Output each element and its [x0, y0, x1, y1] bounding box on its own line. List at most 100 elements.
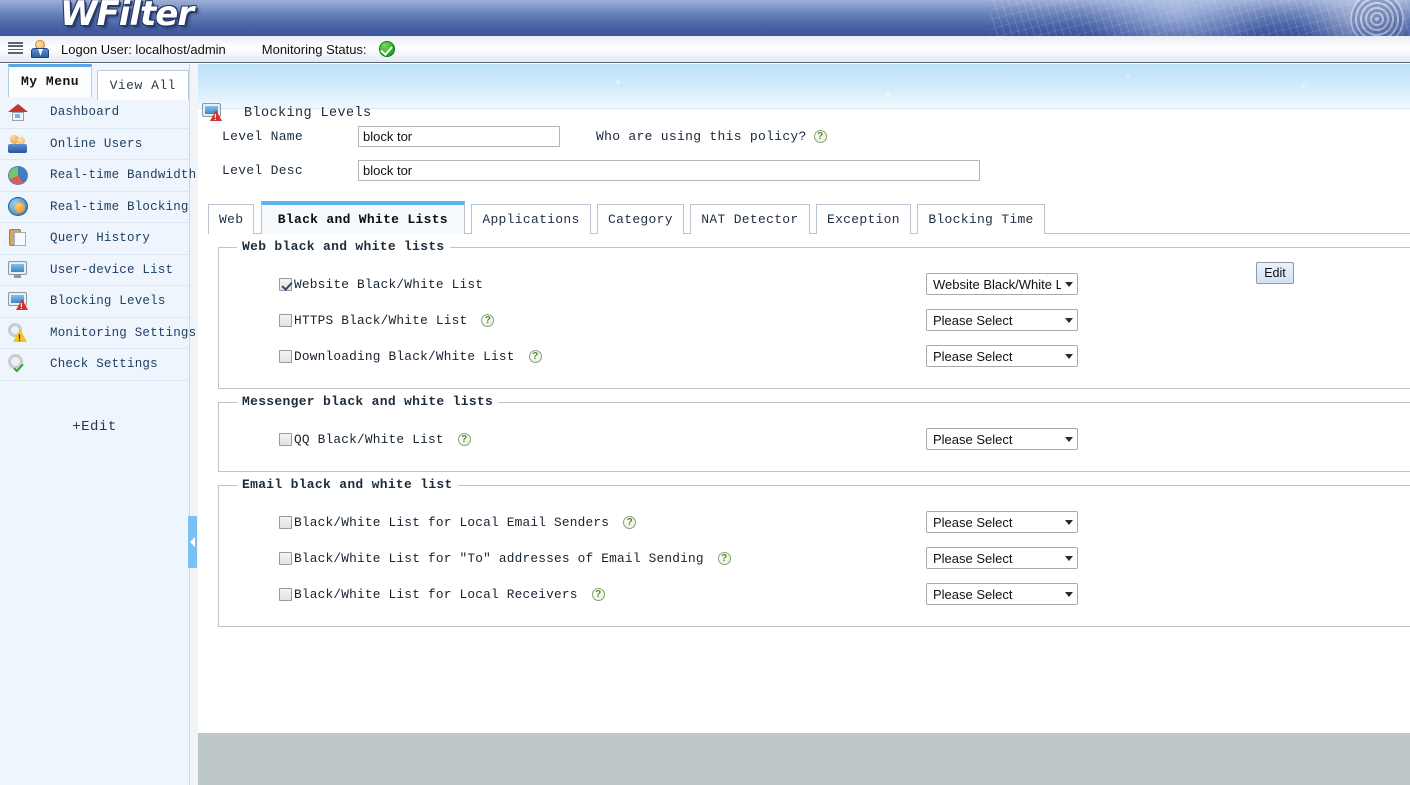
- chevron-down-icon: [1065, 436, 1073, 442]
- section-legend: Messenger black and white lists: [237, 394, 499, 409]
- chevron-down-icon: [1065, 591, 1073, 597]
- sidebar-item-online-users[interactable]: Online Users: [0, 129, 189, 160]
- footer-bar: [198, 733, 1410, 785]
- collapse-sidebar-handle[interactable]: [188, 516, 197, 568]
- tab-black-and-white-lists[interactable]: Black and White Lists: [260, 201, 465, 234]
- title-bar-decoration: [198, 64, 1410, 108]
- option-label[interactable]: Black/White List for "To" addresses of E…: [294, 551, 704, 566]
- sidebar-item-query-history[interactable]: Query History: [0, 223, 189, 255]
- option-row-https-black-white-list: HTTPS Black/White List ? Please Select: [219, 302, 1410, 338]
- sidebar-item-dashboard[interactable]: Dashboard: [0, 97, 189, 129]
- pie-chart-icon: [8, 165, 28, 185]
- who-uses-policy-link[interactable]: Who are using this policy?: [596, 129, 807, 144]
- chevron-down-icon: [1065, 519, 1073, 525]
- option-label[interactable]: Downloading Black/White List: [294, 349, 515, 364]
- chevron-down-icon: [1065, 353, 1073, 359]
- sidebar-item-monitoring-settings[interactable]: Monitoring Settings: [0, 318, 196, 349]
- option-label[interactable]: HTTPS Black/White List: [294, 313, 467, 328]
- section-web-black-white-lists: Web black and white lists Website Black/…: [218, 239, 1410, 389]
- tab-applications[interactable]: Applications: [471, 204, 591, 234]
- help-icon[interactable]: ?: [591, 587, 605, 601]
- option-row-to-addresses-of-email-sending: Black/White List for "To" addresses of E…: [219, 540, 1410, 576]
- help-icon[interactable]: ?: [457, 432, 471, 446]
- select-local-receivers[interactable]: Please Select: [926, 583, 1078, 605]
- gear-check-icon: [8, 354, 28, 374]
- app-banner: WFilter: [0, 0, 1410, 36]
- select-local-email-senders[interactable]: Please Select: [926, 511, 1078, 533]
- green-check-icon: [378, 41, 395, 57]
- sidebar-item-blocking-levels[interactable]: Blocking Levels: [0, 286, 189, 318]
- option-label[interactable]: Black/White List for Local Email Senders: [294, 515, 609, 530]
- checkbox-downloading-black-white-list[interactable]: [279, 349, 292, 363]
- option-row-local-email-senders: Black/White List for Local Email Senders…: [219, 504, 1410, 540]
- checkbox-local-email-senders[interactable]: [279, 515, 292, 529]
- help-icon[interactable]: ?: [717, 551, 731, 565]
- select-value: Website Black/White L: [933, 276, 1061, 292]
- sidebar-item-user-device-list[interactable]: User-device List: [0, 255, 189, 286]
- select-qq-black-white-list[interactable]: Please Select: [926, 428, 1078, 450]
- option-row-downloading-black-white-list: Downloading Black/White List ? Please Se…: [219, 338, 1410, 374]
- main-content: Blocking Levels Level Name Who are using…: [198, 64, 1410, 733]
- edit-button[interactable]: Edit: [1256, 262, 1294, 284]
- tab-nat-detector[interactable]: NAT Detector: [690, 204, 810, 234]
- select-value: Please Select: [933, 348, 1013, 364]
- sidebar-item-check-settings[interactable]: Check Settings: [0, 349, 189, 381]
- tab-blocking-time[interactable]: Blocking Time: [917, 204, 1045, 234]
- help-icon[interactable]: ?: [481, 313, 495, 327]
- sidebar-item-real-time-blocking[interactable]: Real-time Blocking: [0, 192, 189, 223]
- help-icon[interactable]: ?: [813, 129, 827, 143]
- option-label[interactable]: Black/White List for Local Receivers: [294, 587, 578, 602]
- help-icon[interactable]: ?: [528, 349, 542, 363]
- monitor-icon: [8, 260, 28, 280]
- content-tabs: Web Black and White Lists Applications C…: [208, 201, 1410, 234]
- policy-form: Level Name Who are using this policy? ? …: [198, 109, 1410, 187]
- checkbox-https-black-white-list[interactable]: [279, 313, 292, 327]
- level-desc-input[interactable]: [358, 159, 980, 181]
- sidebar-item-label: Check Settings: [50, 357, 158, 372]
- monitoring-status-label: Monitoring Status:: [261, 41, 367, 57]
- sidebar-item-label: Query History: [50, 231, 151, 246]
- sidebar-edit-button[interactable]: +Edit: [0, 419, 189, 435]
- sidebar-item-label: Real-time Blocking: [50, 199, 189, 214]
- select-value: Please Select: [933, 514, 1013, 530]
- checkbox-to-addresses-of-email-sending[interactable]: [279, 551, 292, 565]
- sidebar-item-label: Dashboard: [50, 105, 120, 120]
- select-value: Please Select: [933, 312, 1013, 328]
- option-label[interactable]: QQ Black/White List: [294, 432, 444, 447]
- help-icon[interactable]: ?: [623, 515, 637, 529]
- list-icon[interactable]: [8, 42, 24, 56]
- user-avatar-icon[interactable]: [31, 40, 49, 58]
- sidebar-item-label: Real-time Bandwidth: [50, 168, 197, 183]
- select-website-black-white-list[interactable]: Website Black/White L: [926, 273, 1078, 295]
- select-value: Please Select: [933, 431, 1013, 447]
- sidebar: My Menu View All Dashboard Online Users …: [0, 64, 196, 785]
- sidebar-item-label: User-device List: [50, 262, 174, 277]
- sidebar-item-label: Online Users: [50, 136, 143, 151]
- sidebar-item-real-time-bandwidth[interactable]: Real-time Bandwidth: [0, 160, 196, 192]
- level-name-input[interactable]: [358, 125, 560, 147]
- option-label[interactable]: Website Black/White List: [294, 277, 483, 292]
- select-https-black-white-list[interactable]: Please Select: [926, 309, 1078, 331]
- section-legend: Email black and white list: [237, 477, 458, 492]
- chevron-down-icon: [1065, 281, 1073, 287]
- clipboard-icon: [8, 228, 28, 248]
- users-icon: [8, 134, 28, 154]
- tab-web[interactable]: Web: [208, 204, 255, 234]
- tab-category[interactable]: Category: [597, 204, 684, 234]
- tab-exception[interactable]: Exception: [815, 204, 911, 234]
- select-downloading-black-white-list[interactable]: Please Select: [926, 345, 1078, 367]
- gear-warning-icon: [8, 322, 28, 343]
- section-email-black-white-list: Email black and white list Black/White L…: [218, 477, 1410, 627]
- sidebar-tab-my-menu[interactable]: My Menu: [8, 64, 93, 97]
- sidebar-tabs: My Menu View All: [0, 64, 189, 100]
- select-to-addresses-of-email-sending[interactable]: Please Select: [926, 547, 1078, 569]
- app-logo: WFilter: [60, 0, 194, 34]
- checkbox-local-receivers[interactable]: [279, 587, 292, 601]
- checkbox-website-black-white-list[interactable]: [279, 277, 292, 291]
- monitor-warning-icon: [8, 291, 28, 311]
- chevron-down-icon: [1065, 555, 1073, 561]
- level-desc-row: Level Desc: [198, 153, 1410, 187]
- checkbox-qq-black-white-list[interactable]: [279, 432, 292, 446]
- sidebar-tab-view-all[interactable]: View All: [96, 70, 189, 100]
- banner-artwork-icon: [990, 0, 1410, 36]
